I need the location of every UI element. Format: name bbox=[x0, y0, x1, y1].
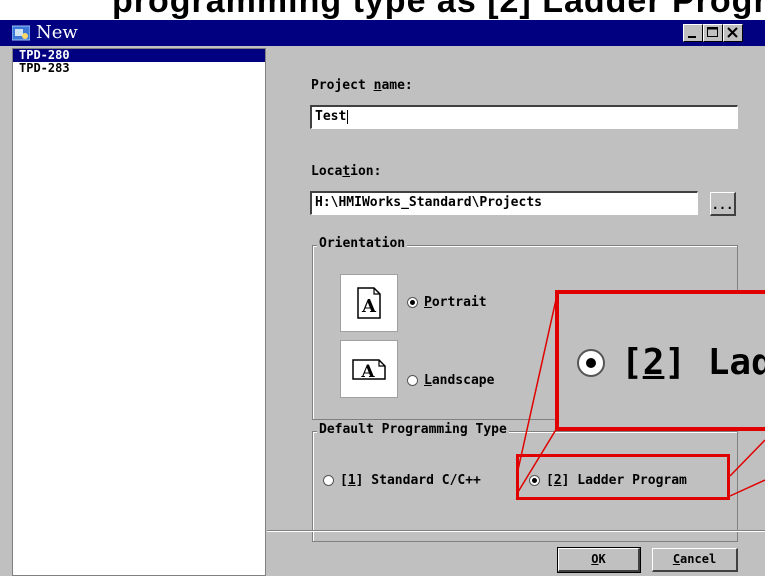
window-title: New bbox=[36, 22, 78, 43]
zoom-radio-dot bbox=[577, 348, 605, 377]
portrait-radio-dot[interactable] bbox=[407, 297, 418, 308]
device-list[interactable]: TPD-280 TPD-283 bbox=[12, 48, 266, 576]
title-bar[interactable]: New bbox=[0, 20, 765, 46]
landscape-preview: A bbox=[340, 340, 398, 398]
ok-button[interactable]: OK bbox=[557, 547, 641, 573]
landscape-glyph: A bbox=[360, 362, 375, 382]
text-caret bbox=[347, 109, 349, 124]
standard-c-radio-dot[interactable] bbox=[323, 475, 334, 486]
ladder-program-highlight bbox=[516, 454, 730, 500]
app-icon bbox=[12, 25, 30, 41]
portrait-preview: A bbox=[340, 274, 398, 332]
button-separator bbox=[267, 530, 765, 532]
close-button[interactable] bbox=[723, 24, 743, 42]
maximize-icon bbox=[707, 27, 718, 37]
project-name-input[interactable]: Test bbox=[310, 105, 738, 129]
minimize-icon bbox=[688, 36, 696, 38]
zoom-magnifier: [2] Lad bbox=[555, 290, 765, 431]
orientation-title: Orientation bbox=[317, 236, 408, 251]
portrait-glyph: A bbox=[361, 296, 377, 317]
location-input[interactable]: H:\HMIWorks_Standard\Projects bbox=[310, 191, 698, 215]
device-item-tpd-283[interactable]: TPD-283 bbox=[13, 62, 265, 75]
location-label: Location: bbox=[311, 164, 382, 179]
caption-banner: programming type as [2] Ladder Program bbox=[0, 0, 765, 22]
close-icon bbox=[727, 27, 738, 38]
landscape-page-icon: A bbox=[352, 359, 386, 382]
landscape-radio-dot[interactable] bbox=[407, 375, 418, 386]
maximize-button[interactable] bbox=[703, 24, 723, 42]
portrait-page-icon: A bbox=[357, 287, 381, 319]
cancel-button[interactable]: Cancel bbox=[652, 548, 738, 572]
programming-type-title: Default Programming Type bbox=[317, 422, 509, 437]
zoom-content: [2] Lad bbox=[577, 342, 765, 383]
minimize-button[interactable] bbox=[683, 24, 703, 42]
landscape-radio[interactable]: Landscape bbox=[407, 373, 494, 388]
browse-button[interactable]: ... bbox=[710, 192, 736, 216]
project-name-label: Project name: bbox=[311, 78, 413, 93]
standard-c-radio[interactable]: [1] Standard C/C++ bbox=[323, 473, 481, 488]
portrait-radio[interactable]: Portrait bbox=[407, 295, 487, 310]
caption-text: programming type as [2] Ladder Program bbox=[112, 0, 765, 20]
